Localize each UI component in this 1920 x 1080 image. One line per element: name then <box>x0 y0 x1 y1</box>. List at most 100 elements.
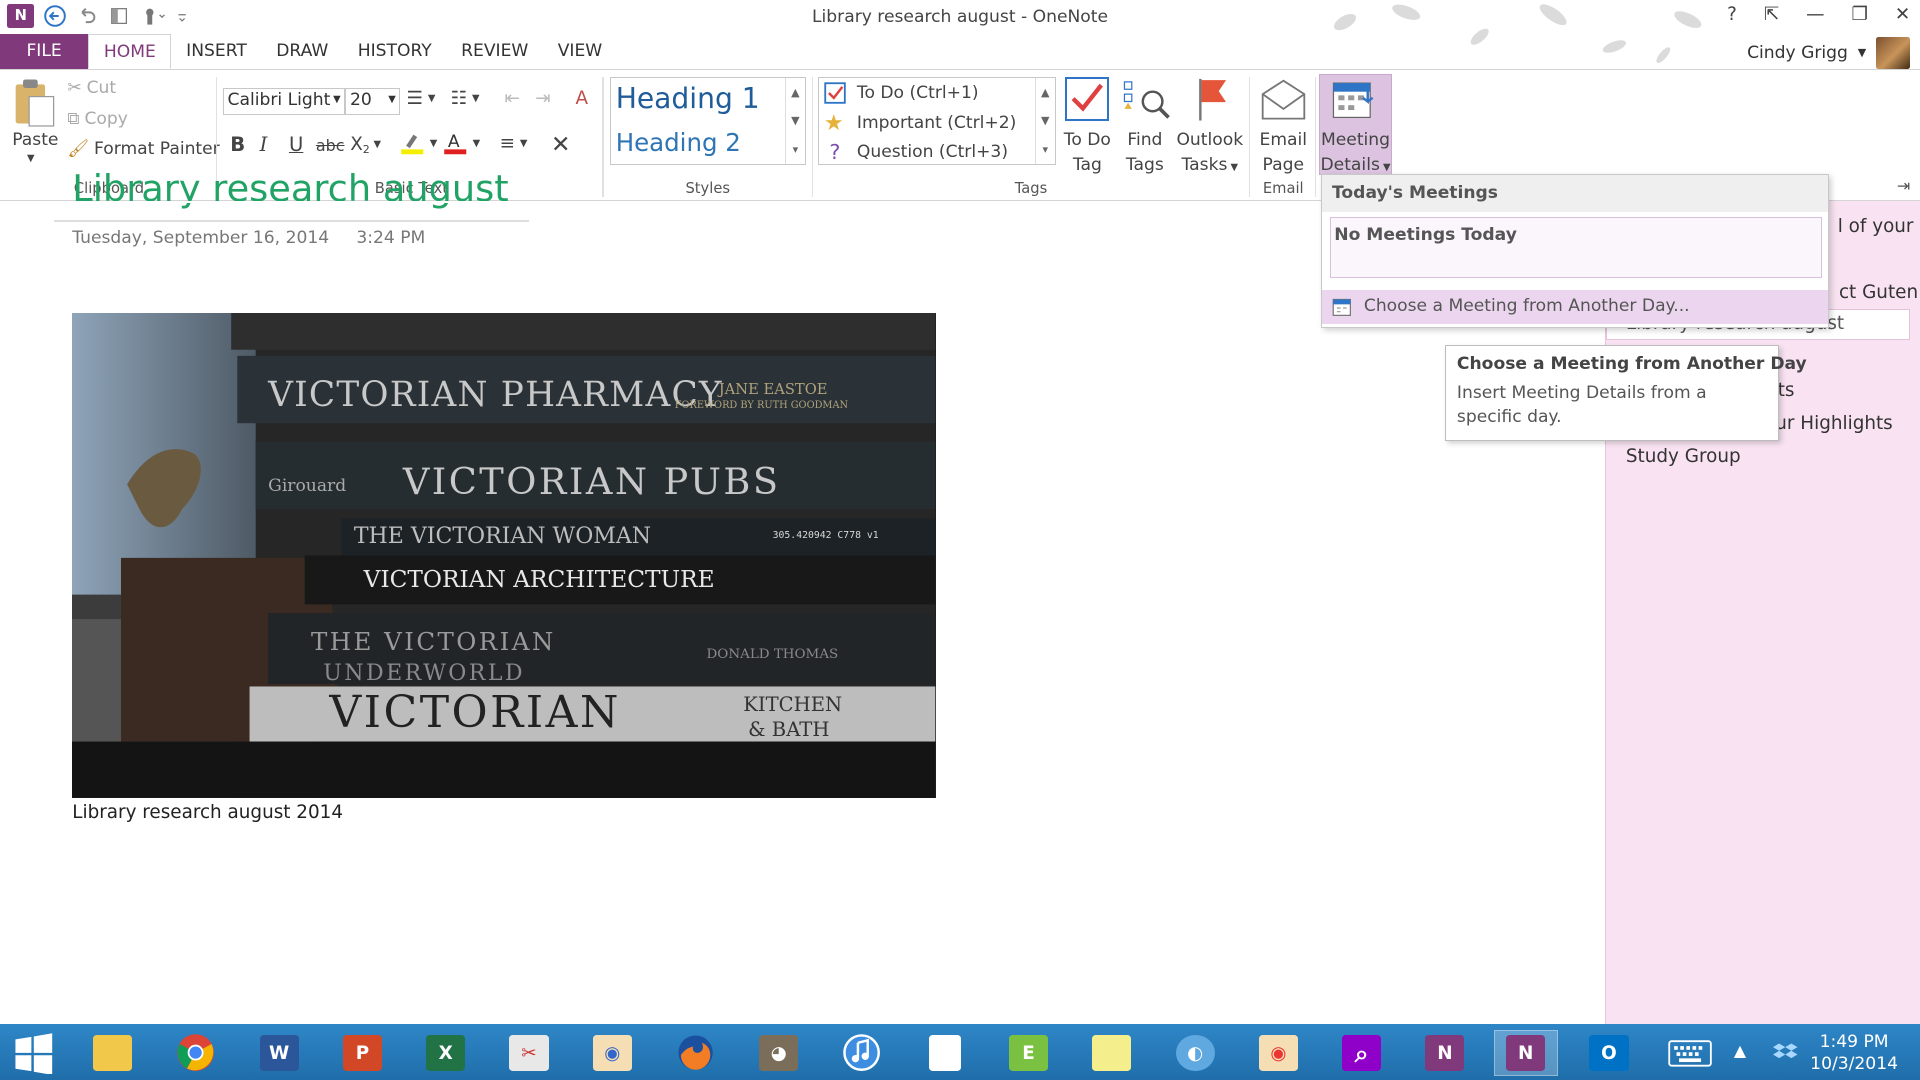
taskbar-paint[interactable]: ◉ <box>580 1030 644 1077</box>
touch-keyboard-button[interactable] <box>1658 1030 1722 1077</box>
taskbar-snipping-tool[interactable]: ✂ <box>497 1030 561 1077</box>
cut-label: Cut <box>86 78 117 99</box>
image-caption[interactable]: Library research august 2014 <box>72 802 343 823</box>
tab-draw[interactable]: DRAW <box>262 34 343 68</box>
taskbar-onenote-clip[interactable]: N <box>1413 1030 1477 1077</box>
close-icon[interactable]: ✕ <box>1895 4 1910 25</box>
heading-2-style[interactable]: Heading 2 <box>616 128 741 157</box>
tab-home[interactable]: HOME <box>88 34 172 69</box>
taskbar-evernote[interactable]: E <box>997 1030 1061 1077</box>
decrease-indent-button[interactable]: ⇤ <box>504 88 519 109</box>
more-icon[interactable]: ▾ <box>793 143 799 156</box>
scroll-down-icon[interactable]: ▼ <box>791 114 799 127</box>
format-painter-button[interactable]: 🖌 Format Painter <box>67 139 219 159</box>
tab-review[interactable]: REVIEW <box>446 34 543 68</box>
taskbar-app-globe[interactable]: ◐ <box>1163 1030 1227 1077</box>
taskbar-chrome[interactable] <box>164 1030 228 1077</box>
todo-tag-item[interactable]: To Do (Ctrl+1) <box>824 81 979 104</box>
more-icon[interactable]: ▾ <box>1042 143 1048 156</box>
highlight-button[interactable]: ▼ <box>400 131 437 155</box>
system-clock[interactable]: 1:49 PM 10/3/2014 <box>1810 1031 1898 1075</box>
email-page-line2: Page <box>1262 154 1304 175</box>
book-photo[interactable]: VICTORIAN PHARMACY VICTORIAN PUBS THE VI… <box>72 313 936 799</box>
checkbox-icon <box>824 81 846 104</box>
taskbar-outlook[interactable]: O <box>1577 1030 1641 1077</box>
page-tab-6[interactable]: Study Group <box>1626 446 1741 467</box>
taskbar-excel[interactable]: X <box>414 1030 478 1077</box>
delete-button[interactable]: ✕ <box>551 131 570 158</box>
page-tab-1[interactable]: l of your <box>1838 216 1914 237</box>
heading-1-style[interactable]: Heading 1 <box>616 82 760 115</box>
page-tab-4[interactable]: ts <box>1778 380 1795 401</box>
taskbar-onenote[interactable]: N <box>1493 1029 1558 1077</box>
choose-meeting-menu-item[interactable]: Choose a Meeting from Another Day... <box>1322 289 1828 325</box>
flag-icon[interactable] <box>1193 74 1230 123</box>
ribbon-display-icon[interactable]: ⇱ <box>1764 4 1779 25</box>
tab-history[interactable]: HISTORY <box>343 34 446 68</box>
taskbar-itunes[interactable] <box>830 1030 894 1077</box>
tab-file[interactable]: FILE <box>0 34 89 69</box>
styles-gallery[interactable]: Heading 1 Heading 2 ▲ ▼ ▾ <box>609 76 806 166</box>
meeting-details-dropdown: Today's Meetings No Meetings Today Choos… <box>1321 173 1830 329</box>
outlook-tasks-button[interactable]: Outlook Tasks ▼ <box>1173 128 1246 180</box>
taskbar-file-explorer[interactable] <box>81 1030 145 1077</box>
tags-gallery[interactable]: To Do (Ctrl+1) ★ Important (Ctrl+2) ? Ques… <box>817 76 1056 166</box>
font-chevron-down-icon: ▼ <box>333 93 341 105</box>
taskbar-blank-document[interactable] <box>913 1030 977 1077</box>
email-page-icon[interactable] <box>1259 77 1308 121</box>
bullets-button[interactable]: ☰ ▼ <box>407 88 436 109</box>
taskbar-powerpoint[interactable]: P <box>331 1030 395 1077</box>
font-color-button[interactable]: A ▼ <box>443 131 480 155</box>
paste-button[interactable]: Paste <box>12 130 58 150</box>
show-hidden-icons[interactable]: ▲ <box>1734 1041 1746 1060</box>
find-tags-button[interactable]: Find Tags <box>1120 128 1169 177</box>
page-tab-2[interactable]: ct Guten <box>1839 282 1918 303</box>
help-icon[interactable]: ? <box>1727 4 1737 25</box>
page-title[interactable]: Library research august <box>72 167 508 216</box>
paste-icon[interactable] <box>12 77 56 128</box>
find-tags-icon[interactable] <box>1122 77 1171 124</box>
cut-button[interactable]: ✂ Cut <box>67 78 116 98</box>
clear-formatting-button[interactable]: A <box>576 88 589 109</box>
user-account[interactable]: Cindy Grigg ▼ <box>1747 36 1911 69</box>
restore-icon[interactable]: ❐ <box>1851 4 1867 25</box>
increase-indent-button[interactable]: ⇥ <box>535 88 550 109</box>
taskbar-sticky-notes[interactable] <box>1080 1030 1144 1077</box>
tab-view[interactable]: VIEW <box>543 34 617 68</box>
clock-date: 10/3/2014 <box>1810 1054 1898 1075</box>
underline-button[interactable]: U <box>289 133 303 156</box>
todo-tag-button[interactable]: To Do Tag <box>1063 128 1112 177</box>
taskbar-gimp[interactable]: ◕ <box>747 1030 811 1077</box>
font-name-combo[interactable]: Calibri Light ▼ <box>222 87 346 115</box>
copy-button[interactable]: ⧉ Copy <box>67 109 128 129</box>
bold-button[interactable]: B <box>230 133 245 156</box>
align-button[interactable]: ≡ ▼ <box>500 133 528 154</box>
taskbar-paint-2[interactable]: ◉ <box>1247 1030 1311 1077</box>
styles-scroll[interactable]: ▲ ▼ ▾ <box>785 77 805 165</box>
numbering-button[interactable]: ☷ ▼ <box>451 88 480 109</box>
todo-tag-big-icon[interactable] <box>1065 76 1110 121</box>
font-size-combo[interactable]: 20 ▼ <box>345 87 401 115</box>
taskbar-firefox[interactable] <box>664 1030 728 1077</box>
paste-chevron-down-icon[interactable]: ▼ <box>27 153 35 164</box>
question-tag-item[interactable]: ? Question (Ctrl+3) <box>824 140 1008 164</box>
italic-button[interactable]: I <box>260 133 268 156</box>
email-page-button[interactable]: Email Page <box>1255 128 1311 177</box>
scroll-up-icon[interactable]: ▲ <box>791 86 799 99</box>
tags-scroll[interactable]: ▲ ▼ ▾ <box>1034 77 1055 165</box>
page-tab-5[interactable]: ur Highlights <box>1775 413 1892 434</box>
separator <box>811 76 814 197</box>
scroll-up-icon[interactable]: ▲ <box>1041 86 1049 99</box>
taskbar-word[interactable]: W <box>247 1030 311 1077</box>
subscript-button[interactable]: X 2 ▼ <box>350 133 381 156</box>
important-tag-item[interactable]: ★ Important (Ctrl+2) <box>824 111 1016 136</box>
taskbar-search[interactable]: ⌕ <box>1330 1030 1394 1077</box>
dropbox-tray-icon[interactable] <box>1773 1041 1798 1067</box>
scroll-down-icon[interactable]: ▼ <box>1041 114 1049 127</box>
tab-insert[interactable]: INSERT <box>171 34 261 68</box>
pin-icon[interactable]: ⇥ <box>1897 176 1910 195</box>
strikethrough-button[interactable]: abc <box>316 136 345 155</box>
minimize-icon[interactable]: — <box>1806 4 1824 25</box>
underline-icon: U <box>288 133 304 157</box>
start-button[interactable] <box>2 1030 66 1077</box>
